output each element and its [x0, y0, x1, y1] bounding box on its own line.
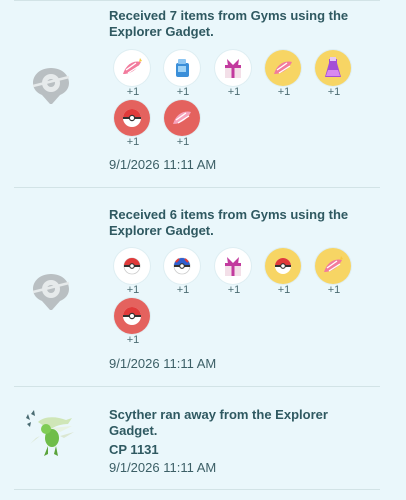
- divider: [14, 386, 380, 387]
- berry-icon: [324, 256, 343, 272]
- item-quantity: +1: [277, 86, 291, 98]
- item-quantity: +1: [327, 284, 341, 296]
- entry-title: Scyther ran away from the Explorer Gadge…: [109, 407, 328, 438]
- item-quantity: +1: [176, 86, 190, 98]
- reward-item: +1: [113, 100, 153, 152]
- item-quantity: +1: [176, 136, 190, 148]
- item-quantity: +1: [277, 284, 291, 296]
- reward-item: +1: [163, 100, 203, 152]
- potion-icon: [325, 57, 341, 77]
- hyper-potion-icon: [176, 59, 189, 77]
- reward-item: +1: [113, 298, 153, 350]
- poke-ball-icon: [123, 257, 141, 275]
- poke-ball-icon: [123, 307, 141, 325]
- entry-title: Received 7 items from Gyms using the Exp…: [109, 8, 349, 39]
- item-quantity: +1: [126, 284, 140, 296]
- item-quantity: +1: [227, 86, 241, 98]
- berry-icon: [123, 58, 142, 74]
- scyther-icon: [26, 410, 74, 456]
- reward-item: +1: [214, 248, 254, 300]
- reward-item: +1: [163, 248, 203, 300]
- reward-item: +1: [214, 50, 254, 102]
- reward-item: +1: [264, 248, 304, 300]
- item-quantity: +1: [126, 86, 140, 98]
- entry-timestamp: 9/1/2026 11:11 AM: [109, 356, 217, 371]
- entry-timestamp: 9/1/2026 11:11 AM: [109, 460, 217, 475]
- berry-icon: [274, 61, 292, 74]
- item-quantity: +1: [126, 136, 140, 148]
- gym-icon: [32, 68, 70, 104]
- reward-item: +1: [113, 248, 153, 300]
- item-quantity: +1: [176, 284, 190, 296]
- gym-icon: [32, 274, 70, 310]
- reward-item: +1: [163, 50, 203, 102]
- item-quantity: +1: [327, 86, 341, 98]
- poke-ball-icon: [275, 258, 291, 274]
- reward-item: +1: [314, 50, 354, 102]
- berry-icon: [173, 111, 191, 124]
- divider: [14, 187, 380, 188]
- divider: [14, 489, 380, 490]
- item-quantity: +1: [126, 334, 140, 346]
- entry-title: Received 6 items from Gyms using the Exp…: [109, 207, 349, 238]
- gift-icon: [225, 59, 241, 78]
- reward-item: +1: [113, 50, 153, 102]
- item-quantity: +1: [227, 284, 241, 296]
- reward-item: +1: [264, 50, 304, 102]
- cp-value: CP 1131: [109, 442, 159, 457]
- journal-list: Received 7 items from Gyms using the Exp…: [0, 0, 406, 500]
- entry-timestamp: 9/1/2026 11:11 AM: [109, 157, 217, 172]
- great-ball-icon: [173, 257, 191, 275]
- reward-item: +1: [314, 248, 354, 300]
- gift-icon: [225, 257, 241, 276]
- divider: [14, 0, 380, 1]
- poke-ball-icon: [123, 109, 141, 127]
